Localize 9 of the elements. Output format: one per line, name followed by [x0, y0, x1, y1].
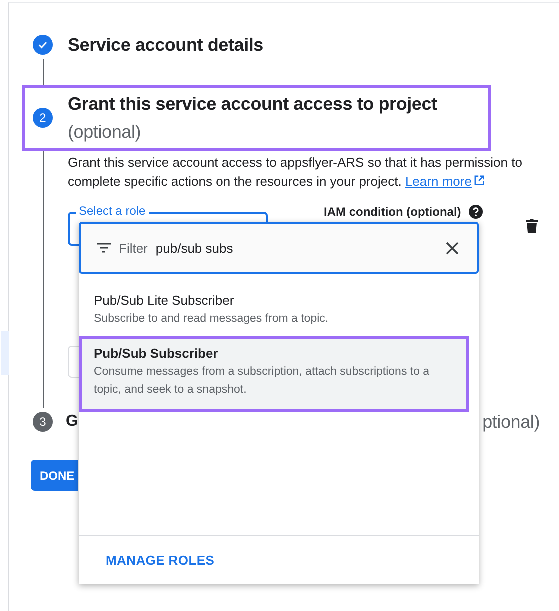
step-number: 2 [33, 108, 53, 128]
step-title: Service account details [68, 34, 264, 57]
step-title: ptional) [482, 411, 540, 434]
step-number: 3 [33, 412, 53, 432]
filter-label: Filter [119, 240, 148, 256]
step-title: Grant this service account access to project (optional) [68, 93, 438, 144]
step-title: G [66, 412, 78, 432]
condition-label: IAM condition (optional) [324, 205, 462, 219]
description-text: Grant this service account access to appsflyer-ARS so that it has permission to complete specific actions on the resources in your project. Learn more [68, 154, 524, 191]
